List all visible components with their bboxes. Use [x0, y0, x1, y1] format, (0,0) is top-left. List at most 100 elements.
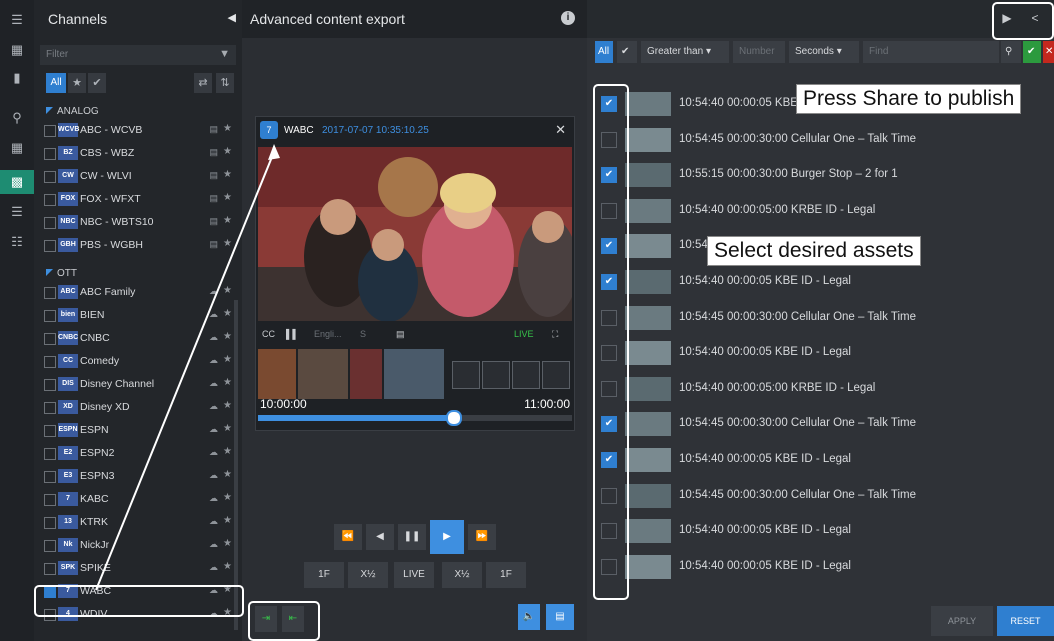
star-icon[interactable]: ★ — [223, 400, 232, 411]
star-icon[interactable]: ★ — [223, 469, 232, 480]
bookmark-icon[interactable]: ▮ — [0, 66, 34, 90]
channel-item[interactable]: Nk NickJr ☁ ★ — [44, 535, 236, 557]
half-speed-forward-button[interactable]: X½ — [442, 562, 482, 588]
channel-checkbox[interactable] — [44, 287, 56, 299]
info-icon[interactable]: i — [561, 11, 575, 25]
rewind-icon[interactable]: ⏪ — [334, 524, 362, 550]
channel-item[interactable]: GBH PBS - WGBH ▤ ★ — [44, 235, 236, 257]
channel-item[interactable]: bien BIEN ☁ ★ — [44, 305, 236, 327]
asset-row[interactable]: 10:54:40 00:00:05 KBE ID - Legal — [599, 551, 1054, 581]
pause-icon[interactable]: ❚❚ — [398, 524, 426, 550]
channel-item[interactable]: FOX FOX - WFXT ▤ ★ — [44, 189, 236, 211]
channel-item[interactable]: 13 KTRK ☁ ★ — [44, 512, 236, 534]
asset-row[interactable]: 10:54:45 00:00:30:00 Cellular One – Talk… — [599, 480, 1054, 510]
channel-item[interactable]: ESPN ESPN ☁ ★ — [44, 420, 236, 442]
channel-item[interactable]: E3 ESPN3 ☁ ★ — [44, 466, 236, 488]
list-icon[interactable]: ☰ — [0, 200, 34, 224]
asset-row[interactable]: 10:54:40 00:00:05 KBE ID - Legal — [599, 515, 1054, 545]
star-icon[interactable]: ★ — [223, 561, 232, 572]
asset-row[interactable]: 10:54:45 00:00:30:00 Cellular One – Talk… — [599, 124, 1054, 154]
asset-row[interactable]: ✔ 10:54:40 00:00:05 KBE ID - Legal — [599, 266, 1054, 296]
channel-group-header[interactable]: ANALOG — [46, 106, 99, 117]
number-input[interactable]: Number — [733, 41, 785, 63]
film-icon[interactable]: ▦ — [0, 38, 34, 62]
channel-item[interactable]: CW CW - WLVI ▤ ★ — [44, 166, 236, 188]
timeline-scrubber-handle[interactable] — [445, 410, 462, 426]
star-icon[interactable]: ★ — [223, 354, 232, 365]
star-icon[interactable]: ★ — [223, 446, 232, 457]
collapse-left-icon[interactable]: ◀ — [228, 11, 236, 24]
close-icon[interactable]: ✕ — [555, 122, 566, 138]
channel-item[interactable]: DIS Disney Channel ☁ ★ — [44, 374, 236, 396]
channel-checkbox[interactable] — [44, 333, 56, 345]
star-icon[interactable]: ★ — [223, 169, 232, 180]
subtitle-icon[interactable]: ▤ — [546, 604, 574, 630]
frame-forward-button[interactable]: 1F — [486, 562, 526, 588]
video-frame[interactable] — [258, 147, 572, 321]
live-button[interactable]: LIVE — [394, 562, 434, 588]
channel-item[interactable]: CNBC CNBC ☁ ★ — [44, 328, 236, 350]
asset-row[interactable]: 10:54:45 00:00:30:00 Cellular One – Talk… — [599, 302, 1054, 332]
channel-item[interactable]: CC Comedy ☁ ★ — [44, 351, 236, 373]
star-icon[interactable]: ★ — [223, 377, 232, 388]
channel-item[interactable]: NBC NBC - WBTS10 ▤ ★ — [44, 212, 236, 234]
channel-checkbox[interactable] — [44, 356, 56, 368]
channel-scrollbar[interactable] — [234, 300, 238, 630]
channel-checkbox[interactable] — [44, 240, 56, 252]
favorites-star-icon[interactable]: ★ — [68, 73, 86, 93]
asset-row[interactable]: ✔ 10:54:40 00:00:05 KBE ID - Legal — [599, 444, 1054, 474]
star-icon[interactable]: ★ — [223, 538, 232, 549]
channel-checkbox[interactable] — [44, 125, 56, 137]
sort-icon[interactable]: ⇅ — [216, 73, 234, 93]
grid-icon[interactable]: ▦ — [0, 136, 34, 160]
channel-item[interactable]: ABC ABC Family ☁ ★ — [44, 282, 236, 304]
channel-checkbox[interactable] — [44, 217, 56, 229]
channel-filter-input[interactable]: Filter ▼ — [40, 45, 236, 65]
timeline-progress-bar[interactable] — [258, 410, 572, 426]
fullscreen-icon[interactable]: ⛶ — [552, 329, 558, 340]
confirm-icon[interactable]: ✔ — [1023, 41, 1041, 63]
all-channels-button[interactable]: All — [46, 73, 66, 93]
fast-forward-icon[interactable]: ⏩ — [468, 524, 496, 550]
channel-item[interactable]: BZ CBS - WBZ ▤ ★ — [44, 143, 236, 165]
star-icon[interactable]: ★ — [223, 238, 232, 249]
star-icon[interactable]: ★ — [223, 331, 232, 342]
monitor-icon[interactable]: ▩ — [0, 170, 34, 194]
funnel-icon[interactable]: ▼ — [219, 48, 230, 60]
checked-filter-icon[interactable]: ✔ — [617, 41, 637, 63]
channel-item[interactable]: 7 KABC ☁ ★ — [44, 489, 236, 511]
channel-checkbox[interactable] — [44, 471, 56, 483]
cc-button[interactable]: CC — [262, 329, 275, 339]
half-speed-back-button[interactable]: X½ — [348, 562, 388, 588]
play-icon[interactable]: ▶ — [430, 520, 464, 554]
star-icon[interactable]: ★ — [223, 492, 232, 503]
asset-row[interactable]: 10:54:40 00:00:05:00 KRBE ID - Legal — [599, 373, 1054, 403]
channel-group-header[interactable]: OTT — [46, 268, 77, 279]
channel-checkbox[interactable] — [44, 402, 56, 414]
channel-item[interactable]: E2 ESPN2 ☁ ★ — [44, 443, 236, 465]
channel-checkbox[interactable] — [44, 425, 56, 437]
star-icon[interactable]: ★ — [223, 285, 232, 296]
channel-item[interactable]: WCVB ABC - WCVB ▤ ★ — [44, 120, 236, 142]
cancel-icon[interactable]: ✕ — [1043, 41, 1054, 63]
asset-row[interactable]: ✔ 10:55:15 00:00:30:00 Burger Stop – 2 fo… — [599, 159, 1054, 189]
menu-icon[interactable]: ☰ — [0, 8, 34, 32]
star-icon[interactable]: ★ — [223, 123, 232, 134]
channel-checkbox[interactable] — [44, 148, 56, 160]
channel-checkbox[interactable] — [44, 379, 56, 391]
star-icon[interactable]: ★ — [223, 215, 232, 226]
table-icon[interactable]: ☷ — [0, 230, 34, 254]
asset-row[interactable]: ✔ 10:54:45 00:00:30:00 Cellular One – Tal… — [599, 408, 1054, 438]
channel-checkbox[interactable] — [44, 171, 56, 183]
channel-checkbox[interactable] — [44, 194, 56, 206]
document-icon[interactable]: ▤ — [396, 329, 405, 340]
all-assets-button[interactable]: All — [595, 41, 613, 63]
channel-checkbox[interactable] — [44, 563, 56, 575]
channel-item[interactable]: XD Disney XD ☁ ★ — [44, 397, 236, 419]
channel-checkbox[interactable] — [44, 448, 56, 460]
channel-checkbox[interactable] — [44, 517, 56, 529]
shuffle-icon[interactable]: ⇄ — [194, 73, 212, 93]
channel-checkbox[interactable] — [44, 540, 56, 552]
star-icon[interactable]: ★ — [223, 308, 232, 319]
comparator-select[interactable]: Greater than ▾ — [641, 41, 729, 63]
